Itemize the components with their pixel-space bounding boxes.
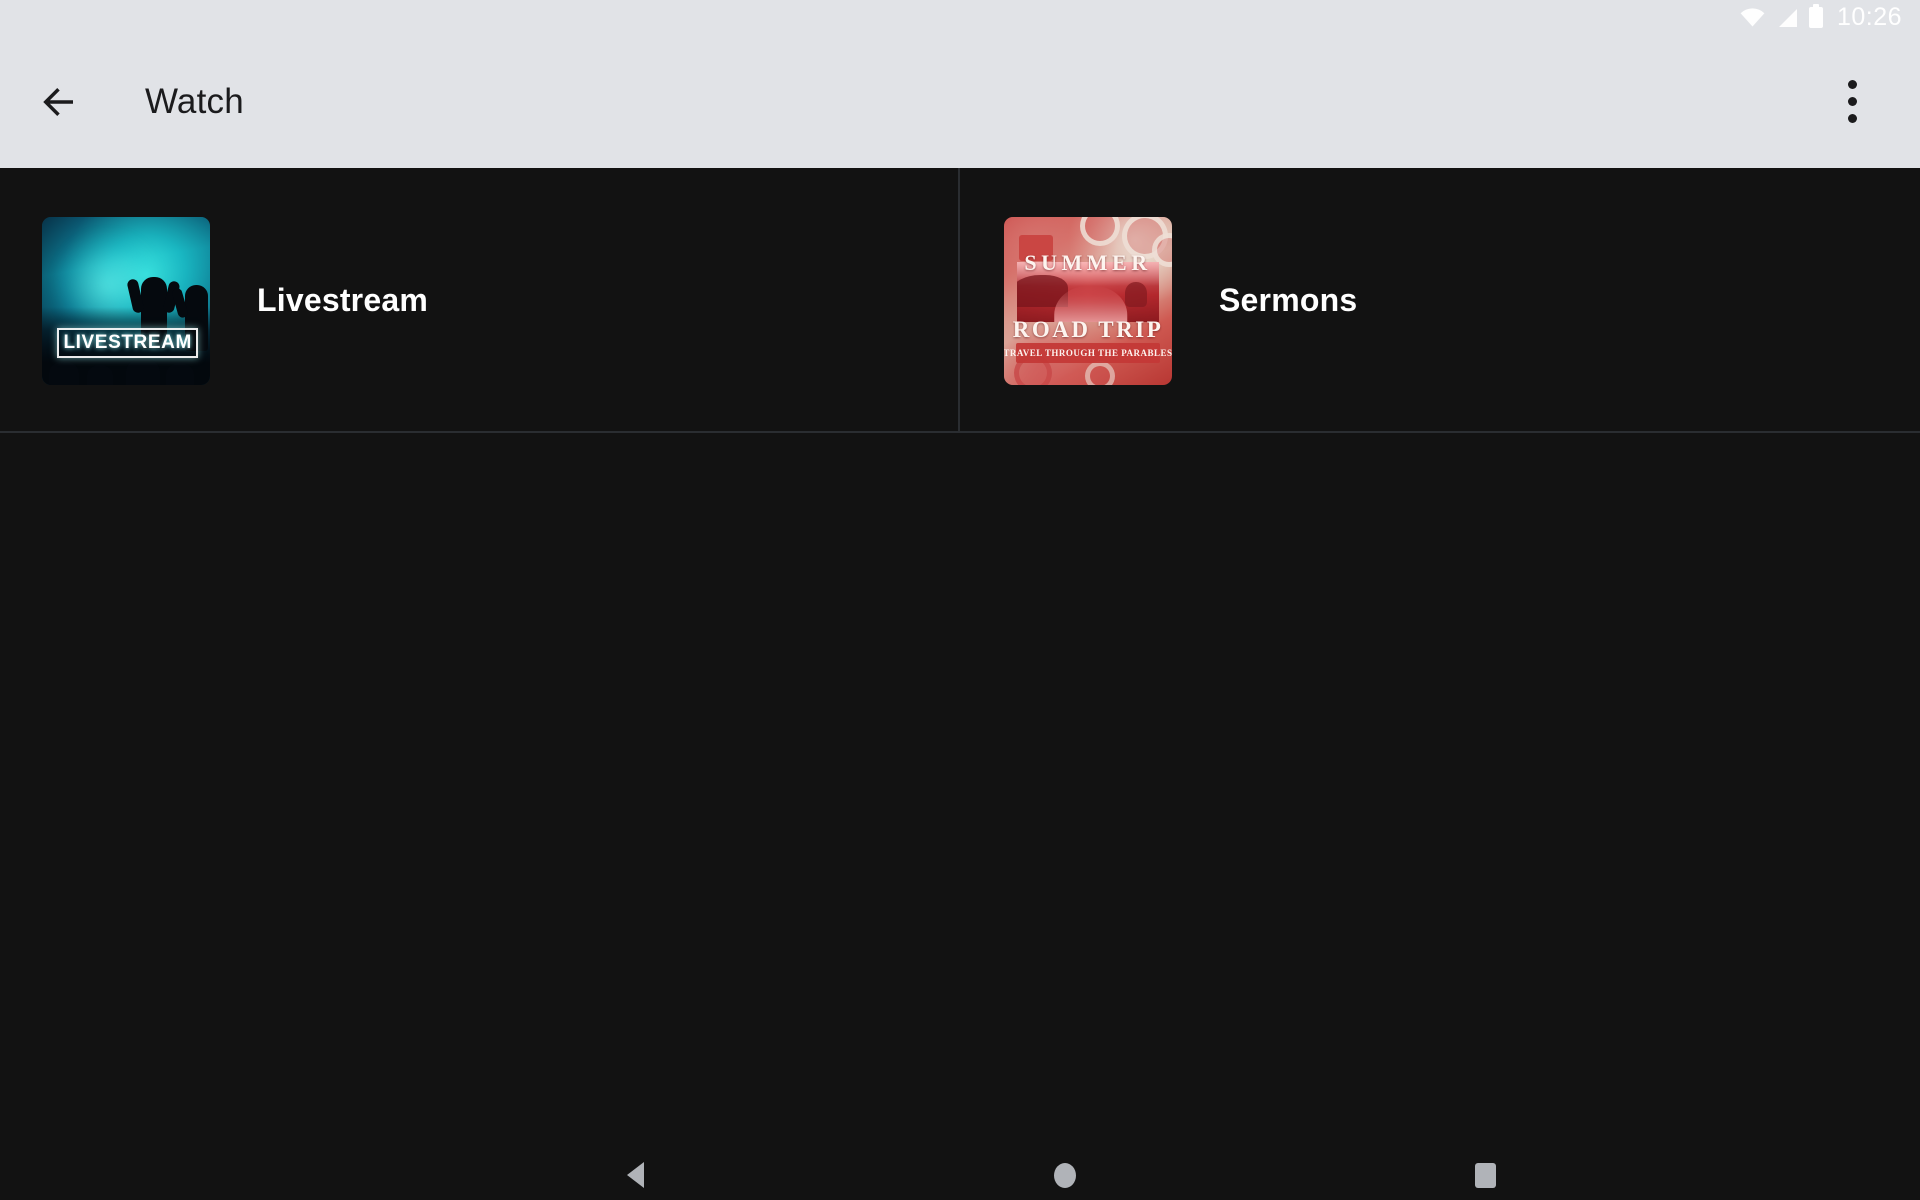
watch-content: LIVESTREAM Livestream SUMMER ROAD TRIP T… (0, 168, 1920, 1150)
crowd-head (48, 360, 79, 385)
android-navigation-bar (0, 1150, 1920, 1200)
watch-grid-row: LIVESTREAM Livestream SUMMER ROAD TRIP T… (0, 168, 1920, 433)
wifi-icon (1740, 8, 1765, 27)
watch-item-label: Sermons (1219, 282, 1358, 318)
battery-icon (1808, 4, 1823, 28)
collage-ring (1079, 216, 1120, 247)
nav-recents-button[interactable] (1450, 1150, 1520, 1200)
status-bar-clock: 10:26 (1836, 3, 1902, 31)
back-triangle-icon (626, 1162, 644, 1188)
livestream-thumbnail[interactable]: LIVESTREAM (42, 216, 210, 385)
nav-home-button[interactable] (1030, 1150, 1100, 1200)
watch-item-sermons[interactable]: SUMMER ROAD TRIP TRAVEL THROUGH THE PARA… (960, 168, 1918, 433)
sermons-thumbnail[interactable]: SUMMER ROAD TRIP TRAVEL THROUGH THE PARA… (1004, 216, 1172, 385)
crowd-head (126, 357, 160, 385)
status-bar: 10:26 (0, 0, 1920, 35)
back-arrow-icon (43, 87, 73, 116)
overflow-dot (1847, 80, 1857, 89)
page-title: Watch (145, 81, 244, 121)
crowd-head (166, 362, 195, 385)
home-circle-icon (1054, 1162, 1076, 1188)
app-bar: Watch (0, 35, 1920, 168)
back-button[interactable] (27, 70, 91, 134)
cell-signal-icon (1776, 8, 1798, 28)
watch-item-label: Livestream (257, 282, 428, 318)
overflow-dot (1847, 114, 1857, 123)
sermons-title-line1: SUMMER (1024, 250, 1152, 276)
sermons-title-line2: ROAD TRIP (1012, 317, 1164, 343)
overflow-menu-icon[interactable] (1824, 66, 1880, 138)
crowd-head (87, 364, 114, 385)
livestream-overlay-box: LIVESTREAM (57, 327, 199, 358)
nav-back-button[interactable] (600, 1150, 670, 1200)
collage-ring (1084, 360, 1115, 385)
sermons-subtitle-banner: TRAVEL THROUGH THE PARABLES (1004, 342, 1172, 363)
sermons-artwork: SUMMER ROAD TRIP TRAVEL THROUGH THE PARA… (1004, 216, 1172, 385)
sermons-subtitle-text: TRAVEL THROUGH THE PARABLES (1004, 347, 1172, 358)
livestream-artwork: LIVESTREAM (42, 216, 210, 385)
photo-treeline (1124, 282, 1148, 307)
recents-square-icon (1474, 1162, 1496, 1188)
livestream-overlay-text: LIVESTREAM (63, 331, 192, 353)
watch-item-livestream[interactable]: LIVESTREAM Livestream (0, 168, 960, 433)
overflow-dot (1847, 97, 1857, 106)
